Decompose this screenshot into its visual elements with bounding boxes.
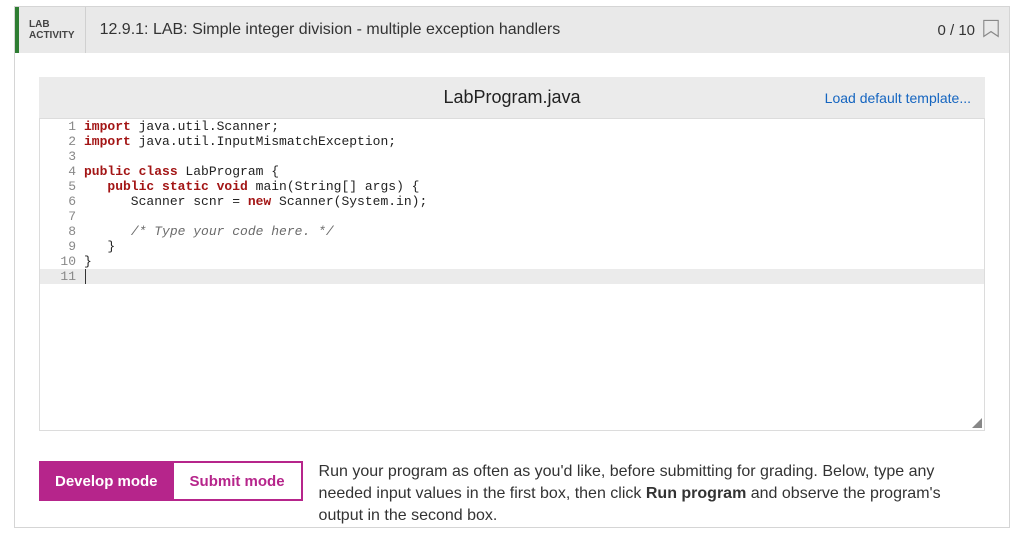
bookmark-icon[interactable] [983,7,1009,53]
line-number: 4 [40,164,84,179]
code-content[interactable]: /* Type your code here. */ [84,224,334,239]
activity-title: 12.9.1: LAB: Simple integer division - m… [86,7,938,53]
code-line[interactable]: 2import java.util.InputMismatchException… [40,134,984,149]
code-line[interactable]: 11 [40,269,984,284]
code-editor[interactable]: 1import java.util.Scanner;2import java.u… [39,119,985,431]
line-number: 9 [40,239,84,254]
code-line[interactable]: 1import java.util.Scanner; [40,119,984,134]
code-content[interactable] [84,269,86,284]
code-content[interactable]: } [84,254,92,269]
lab-label-line2: ACTIVITY [29,30,75,41]
lab-label-line1: LAB [29,19,75,30]
mode-tabs: Develop mode Submit mode [39,461,303,501]
mode-help-text: Run your program as often as you'd like,… [319,461,985,527]
line-number: 1 [40,119,84,134]
code-line[interactable]: 4public class LabProgram { [40,164,984,179]
code-content[interactable]: public class LabProgram { [84,164,279,179]
filename-label: LabProgram.java [443,87,580,108]
load-default-template-link[interactable]: Load default template... [825,90,985,106]
code-line[interactable]: 6 Scanner scnr = new Scanner(System.in); [40,194,984,209]
submit-mode-tab[interactable]: Submit mode [174,461,303,501]
line-number: 8 [40,224,84,239]
code-content[interactable]: import java.util.InputMismatchException; [84,134,396,149]
code-line[interactable]: 7 [40,209,984,224]
activity-score: 0 / 10 [937,7,983,53]
code-line[interactable]: 9 } [40,239,984,254]
code-line[interactable]: 5 public static void main(String[] args)… [40,179,984,194]
code-line[interactable]: 10} [40,254,984,269]
line-number: 6 [40,194,84,209]
code-content[interactable]: import java.util.Scanner; [84,119,279,134]
resize-handle-icon[interactable] [972,418,982,428]
activity-header: LAB ACTIVITY 12.9.1: LAB: Simple integer… [15,7,1009,53]
code-content[interactable]: public static void main(String[] args) { [84,179,419,194]
file-tab-bar: LabProgram.java Load default template... [39,77,985,119]
code-content[interactable]: Scanner scnr = new Scanner(System.in); [84,194,427,209]
develop-mode-tab[interactable]: Develop mode [39,461,174,501]
line-number: 7 [40,209,84,224]
code-line[interactable]: 3 [40,149,984,164]
lab-label: LAB ACTIVITY [19,7,86,53]
line-number: 10 [40,254,84,269]
line-number: 2 [40,134,84,149]
help-text-bold: Run program [646,485,746,502]
line-number: 5 [40,179,84,194]
line-number: 3 [40,149,84,164]
code-content[interactable]: } [84,239,115,254]
code-line[interactable]: 8 /* Type your code here. */ [40,224,984,239]
line-number: 11 [40,269,84,284]
